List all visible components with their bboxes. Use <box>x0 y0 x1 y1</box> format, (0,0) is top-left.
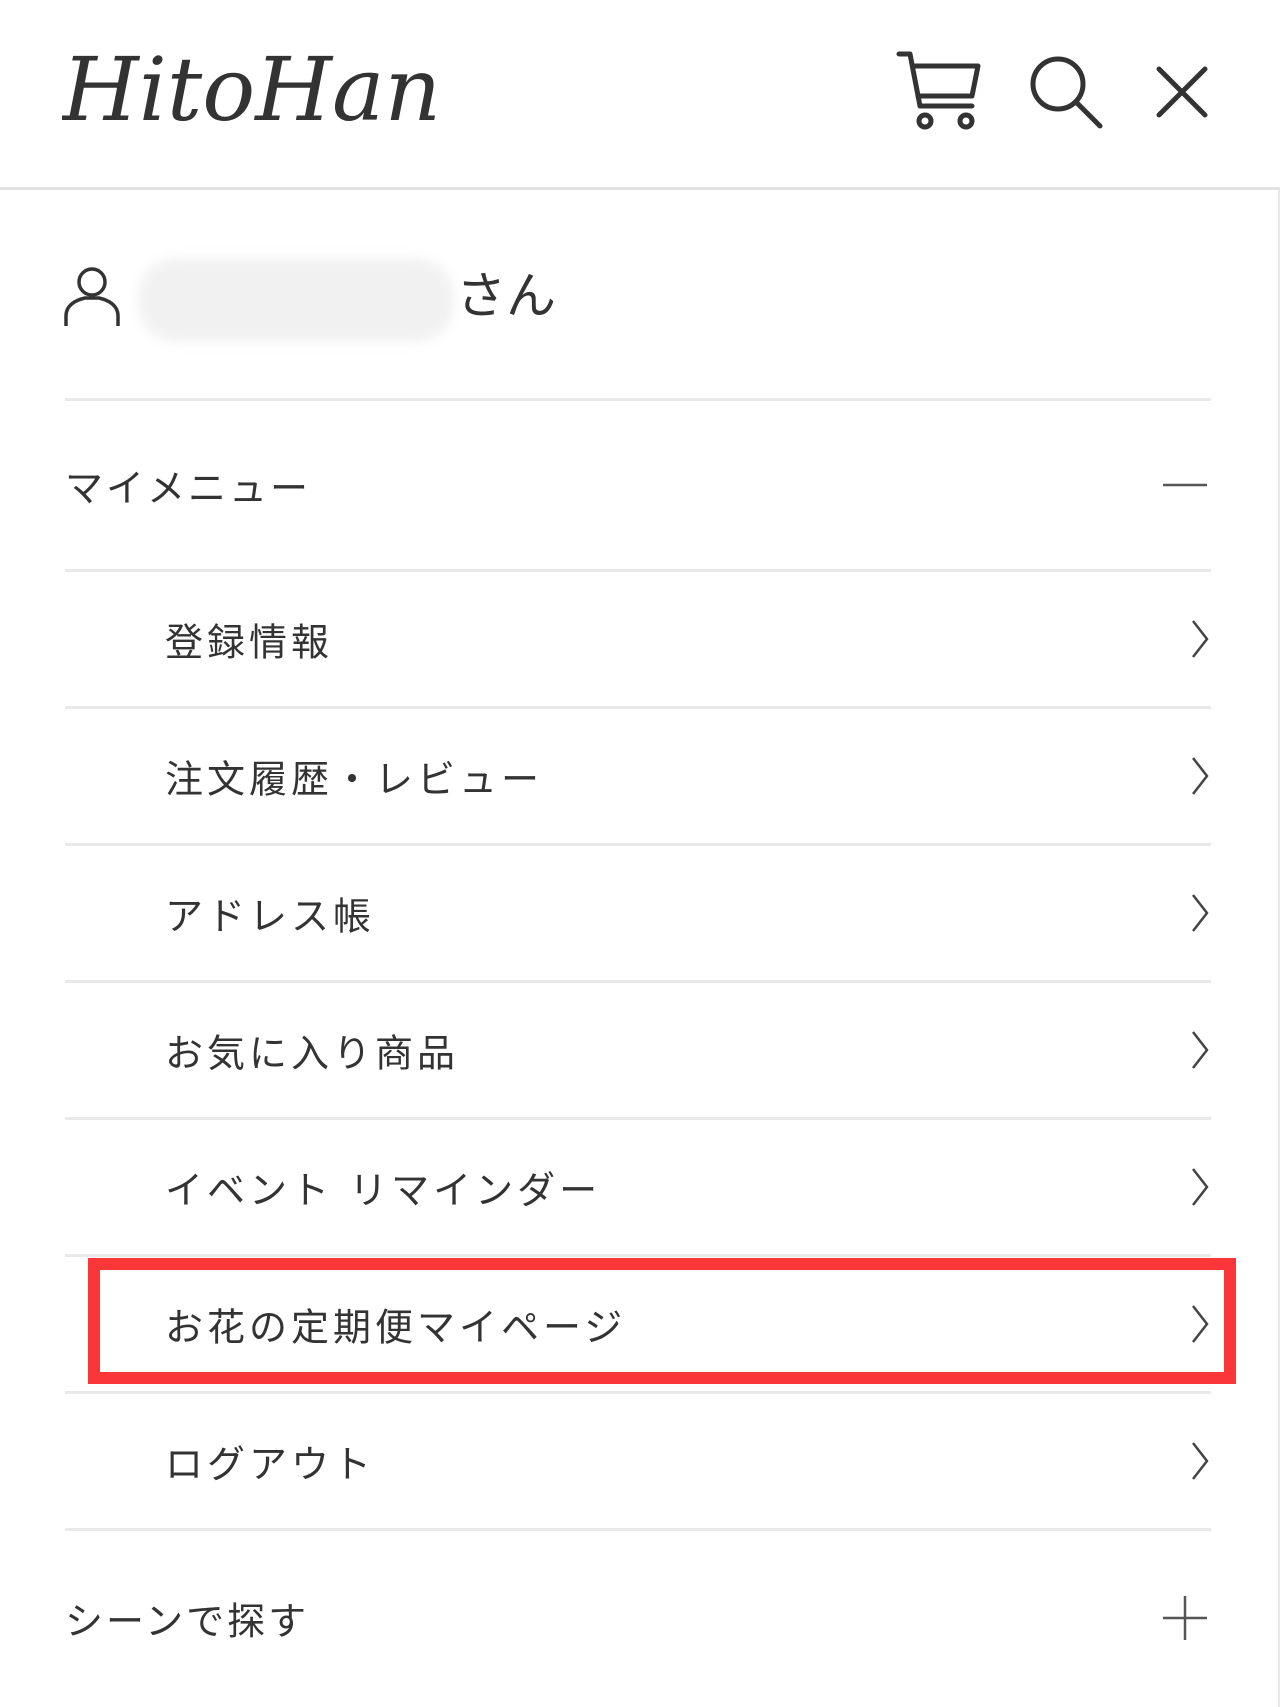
hitohana-logo[interactable]: HitoHana <box>62 38 442 138</box>
user-greeting: さん <box>64 258 1214 342</box>
menu-item-order-history[interactable]: 注文履歴・レビュー <box>65 709 1211 843</box>
close-icon[interactable] <box>1156 66 1208 118</box>
chevron-right-icon <box>1192 894 1209 932</box>
menu-item-event-reminder[interactable]: イベント リマインダー <box>65 1120 1211 1254</box>
minus-icon[interactable] <box>1163 463 1207 507</box>
menu-item-label: 登録情報 <box>165 620 334 665</box>
scene-search-title: シーンで探す <box>65 1599 310 1644</box>
menu-item-label: 注文履歴・レビュー <box>165 757 544 802</box>
chevron-right-icon <box>1192 1305 1209 1343</box>
plus-icon[interactable] <box>1163 1596 1207 1640</box>
user-name-redacted <box>138 258 454 342</box>
menu-item-flower-subscription[interactable]: お花の定期便マイページ <box>65 1257 1211 1391</box>
scene-search-header[interactable]: シーンで探す <box>65 1531 1211 1705</box>
menu-item-label: イベント リマインダー <box>165 1168 602 1213</box>
cart-icon[interactable] <box>896 48 982 134</box>
chevron-right-icon <box>1192 620 1209 658</box>
chevron-right-icon <box>1192 1442 1209 1480</box>
chevron-right-icon <box>1192 1168 1209 1206</box>
chevron-right-icon <box>1192 757 1209 795</box>
search-icon[interactable] <box>1028 54 1104 130</box>
menu-item-registration-info[interactable]: 登録情報 <box>65 572 1211 706</box>
user-name-suffix: さん <box>456 267 556 325</box>
menu-item-label: お花の定期便マイページ <box>165 1305 627 1350</box>
header-bar: HitoHana <box>0 0 1280 190</box>
my-menu-header[interactable]: マイメニュー <box>65 401 1211 569</box>
menu-item-label: アドレス帳 <box>165 894 376 939</box>
logo-text: HitoHana <box>62 38 442 138</box>
menu-item-logout[interactable]: ログアウト <box>65 1394 1211 1528</box>
menu-item-favorites[interactable]: お気に入り商品 <box>65 983 1211 1117</box>
user-icon <box>64 267 120 326</box>
menu-item-address-book[interactable]: アドレス帳 <box>65 846 1211 980</box>
menu-item-label: お気に入り商品 <box>165 1031 460 1076</box>
menu-item-label: ログアウト <box>165 1442 376 1487</box>
my-menu-title: マイメニュー <box>65 466 312 511</box>
chevron-right-icon <box>1192 1031 1209 1069</box>
